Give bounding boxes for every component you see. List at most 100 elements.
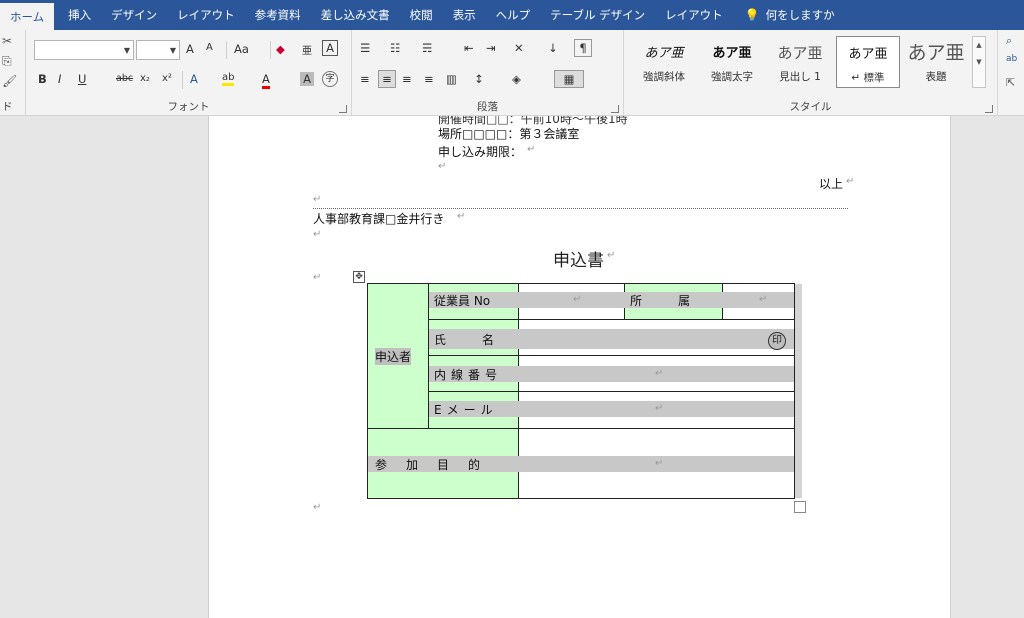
font-name-combo[interactable]: ▼ xyxy=(34,40,134,60)
separator xyxy=(270,41,271,59)
italic-button[interactable]: I xyxy=(58,72,61,86)
paragraph-mark: ↵ xyxy=(527,144,536,155)
increase-indent-icon[interactable]: ⇥ xyxy=(486,41,496,55)
lightbulb-icon: 💡 xyxy=(744,8,760,22)
tell-me-label: 何をしますか xyxy=(765,8,835,22)
style-strong[interactable]: あア亜 強調太字 xyxy=(700,36,764,88)
subscript-button[interactable]: x₂ xyxy=(140,73,150,84)
font-group-label: フォント xyxy=(167,101,210,113)
style-name: 強調太字 xyxy=(711,71,753,83)
text-effects-button[interactable]: A xyxy=(190,72,198,86)
paragraph-mark: ↵ xyxy=(313,194,322,205)
grow-font-button[interactable]: A xyxy=(186,42,194,56)
separator xyxy=(182,71,183,89)
style-sample: あア亜 xyxy=(907,42,965,64)
clear-format-icon[interactable]: ◆ xyxy=(276,42,285,56)
styles-group: あア亜 強調斜体 あア亜 強調太字 あア亜 見出し 1 あア亜 ↵ 標準 あア亜… xyxy=(624,30,998,116)
select-icon[interactable]: ⇱ xyxy=(1006,76,1015,89)
align-center-icon[interactable]: ≡ xyxy=(378,70,396,88)
tab-table-layout[interactable]: レイアウト xyxy=(655,0,733,30)
char-border-icon[interactable]: A xyxy=(322,40,338,56)
row-end-strip xyxy=(795,284,802,498)
tab-home[interactable]: ホーム xyxy=(0,3,55,30)
paragraph-mark: ↵ xyxy=(457,211,466,222)
style-name: 見出し 1 xyxy=(779,71,821,83)
tab-layout[interactable]: レイアウト xyxy=(167,0,245,30)
styles-group-label: スタイル xyxy=(789,101,832,113)
tab-view[interactable]: 表示 xyxy=(443,0,486,30)
change-case-button[interactable]: Aa xyxy=(234,42,249,56)
multilevel-list-icon[interactable]: ☴ xyxy=(422,41,432,55)
shading-icon[interactable]: ◈ xyxy=(512,72,521,86)
asian-layout-icon[interactable]: ✕ xyxy=(514,41,524,55)
paragraph-mark: ↵ xyxy=(438,161,447,172)
line-spacing-icon[interactable]: ↕ xyxy=(474,72,484,86)
char-shading-button[interactable]: A xyxy=(300,72,314,86)
bullets-icon[interactable]: ☰ xyxy=(360,41,370,55)
superscript-button[interactable]: x² xyxy=(162,73,172,84)
cut-icon[interactable]: ✂ xyxy=(2,34,12,48)
closing-text: 以上 xyxy=(819,177,844,191)
copy-icon[interactable]: ⎘ xyxy=(2,54,12,69)
find-icon[interactable]: ⌕ xyxy=(1006,34,1012,48)
cut-line xyxy=(313,208,848,209)
style-heading-1[interactable]: あア亜 見出し 1 xyxy=(768,36,832,88)
clipboard-group: ✂ ⎘ 🖌 ド xyxy=(0,30,26,116)
paragraph-mark: ↵ xyxy=(655,458,664,469)
tab-insert[interactable]: 挿入 xyxy=(58,0,101,30)
form-title: 申込書 xyxy=(553,251,604,271)
paragraph-mark: ↵ xyxy=(655,403,664,414)
seal-mark: 印 xyxy=(768,332,786,350)
show-marks-icon[interactable]: ¶ xyxy=(574,39,592,57)
style-subtle-emphasis[interactable]: あア亜 強調斜体 xyxy=(632,36,696,88)
justify-icon[interactable]: ≡ xyxy=(424,72,434,86)
styles-gallery-scroll[interactable]: ▲ ▼ xyxy=(972,36,986,88)
numbering-icon[interactable]: ☷ xyxy=(390,41,400,55)
paragraph-mark: ↵ xyxy=(313,272,322,283)
styles-dialog-launcher[interactable] xyxy=(985,105,993,113)
shrink-font-button[interactable]: A xyxy=(206,42,213,53)
paragraph-mark: ↵ xyxy=(759,294,768,305)
paragraph-group: ☰ ☷ ☴ ⇤ ⇥ ✕ ↓ ¶ ≡ ≡ ≡ ≡ ▥ ↕ ◈ ▦ 段落 xyxy=(352,30,624,116)
style-name: ↵ 標準 xyxy=(851,72,885,84)
phonetic-guide-icon[interactable]: 亜 xyxy=(302,42,312,57)
underline-button[interactable]: U xyxy=(78,72,86,86)
style-title[interactable]: あア亜 表題 xyxy=(904,36,968,88)
paragraph-mark: ↵ xyxy=(573,294,582,305)
style-normal[interactable]: あア亜 ↵ 標準 xyxy=(836,36,900,88)
bold-button[interactable]: B xyxy=(38,72,47,86)
document-page[interactable]: 開催時間□□：午前10時～午後1時 場所□□□□：第３会議室 申し込み期限： ↵… xyxy=(208,116,951,618)
align-right-icon[interactable]: ≡ xyxy=(402,72,412,86)
purpose-label: 参加目的 xyxy=(375,458,500,472)
font-color-button[interactable]: A xyxy=(262,72,270,89)
tab-mailings[interactable]: 差し込み文書 xyxy=(311,0,400,30)
applicant-label: 申込者 xyxy=(375,348,412,365)
table-move-handle-icon[interactable]: ✥ xyxy=(353,271,365,283)
email-label: Eメール xyxy=(434,403,498,417)
tab-help[interactable]: ヘルプ xyxy=(486,0,541,30)
paragraph-dialog-launcher[interactable] xyxy=(611,105,619,113)
document-area: 開催時間□□：午前10時～午後1時 場所□□□□：第３会議室 申し込み期限： ↵… xyxy=(0,116,1024,618)
sort-icon[interactable]: ↓ xyxy=(548,41,558,55)
extension-label: 内線番号 xyxy=(434,368,503,382)
strikethrough-button[interactable]: abc xyxy=(116,73,133,84)
employee-no-label: 従業員 No xyxy=(434,294,491,308)
editing-group: ⌕ ab ⇱ xyxy=(998,30,1024,116)
tab-review[interactable]: 校閲 xyxy=(400,0,443,30)
font-dialog-launcher[interactable] xyxy=(339,105,347,113)
tab-table-design[interactable]: テーブル デザイン xyxy=(540,0,655,30)
highlight-button[interactable]: ab xyxy=(222,72,235,86)
tab-design[interactable]: デザイン xyxy=(101,0,167,30)
table-resize-handle-icon[interactable] xyxy=(794,501,806,513)
align-left-icon[interactable]: ≡ xyxy=(360,72,370,86)
tell-me-search[interactable]: 💡 何をしますか xyxy=(733,0,845,30)
font-size-combo[interactable]: ▼ xyxy=(136,40,180,60)
tab-references[interactable]: 参考資料 xyxy=(245,0,311,30)
clipboard-group-label: ド xyxy=(2,101,13,113)
decrease-indent-icon[interactable]: ⇤ xyxy=(464,41,474,55)
distributed-icon[interactable]: ▥ xyxy=(446,72,457,86)
replace-icon[interactable]: ab xyxy=(1006,54,1017,64)
enclose-char-button[interactable]: 字 xyxy=(322,71,338,87)
borders-icon[interactable]: ▦ xyxy=(554,70,584,88)
format-painter-icon[interactable]: 🖌 xyxy=(2,74,17,88)
